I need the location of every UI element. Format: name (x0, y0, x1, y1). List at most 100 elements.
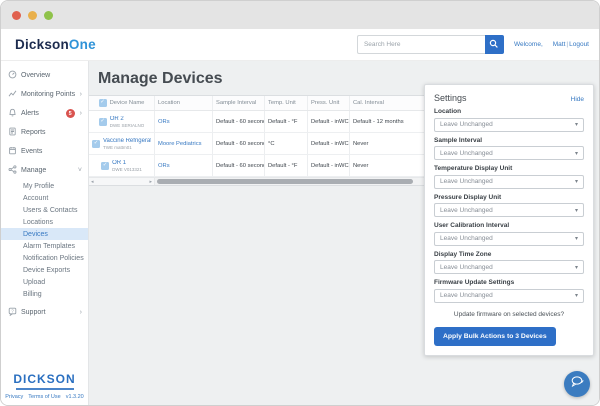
field-label-user-calibration-interval: User Calibration Interval (434, 222, 584, 229)
column-header-location[interactable]: Location (158, 100, 209, 106)
field-label-sample-interval: Sample Interval (434, 137, 584, 144)
apply-bulk-actions-button[interactable]: Apply Bulk Actions to 3 Devices (434, 327, 556, 346)
scroll-right-icon[interactable]: ▸ (149, 179, 152, 185)
terms-link[interactable]: Terms of Use (28, 394, 60, 400)
display-time-zone-select[interactable]: Leave Unchanged ▾ (434, 260, 584, 274)
dickson-logo: DICKSON (5, 372, 84, 386)
sidebar-item-locations[interactable]: Locations (1, 216, 88, 228)
sidebar-item-alerts[interactable]: Alerts 5 › (1, 104, 88, 123)
devices-table: ✓ Device Name Location Sample Interval T… (89, 95, 427, 186)
version-text: v1.3.20 (66, 394, 84, 400)
select-value: Leave Unchanged (440, 264, 493, 271)
sample-interval-select[interactable]: Leave Unchanged ▾ (434, 146, 584, 160)
sidebar-item-device-exports[interactable]: Device Exports (1, 264, 88, 276)
press-unit-value: Default - inWC (311, 119, 346, 125)
sidebar-label: Reports (21, 129, 46, 136)
device-row: ✓ OR 2 DWE SERIALNO ORs Default - 60 sec… (89, 111, 426, 133)
temperature-display-unit-select[interactable]: Leave Unchanged ▾ (434, 175, 584, 189)
caret-down-icon: ▾ (575, 150, 578, 157)
scrollbar-thumb[interactable] (157, 179, 413, 184)
temp-unit-value: °C (268, 141, 304, 147)
location-select[interactable]: Leave Unchanged ▾ (434, 118, 584, 132)
select-value: Leave Unchanged (440, 178, 493, 185)
location-link[interactable]: ORs (158, 163, 209, 169)
select-all-checkbox[interactable]: ✓ (99, 99, 107, 107)
privacy-link[interactable]: Privacy (5, 394, 23, 400)
line-chart-icon (8, 89, 17, 100)
row-checkbox[interactable]: ✓ (99, 118, 107, 126)
column-header-cal-interval[interactable]: Cal. Interval (353, 100, 423, 106)
device-serial: TWE mattm01 (103, 145, 151, 150)
pressure-display-unit-select[interactable]: Leave Unchanged ▾ (434, 203, 584, 217)
hide-panel-link[interactable]: Hide (571, 96, 584, 103)
minimize-window-button[interactable] (28, 11, 37, 20)
logout-link[interactable]: Logout (569, 41, 589, 48)
sidebar-item-devices[interactable]: Devices (1, 228, 88, 240)
device-serial: DWE V013321 (112, 167, 142, 172)
search-button[interactable] (485, 35, 504, 54)
column-header-press-unit[interactable]: Press. Unit (311, 100, 346, 106)
app-window: DicksonOne Welcome, Matt|Logout Overview (0, 0, 600, 406)
scroll-left-icon[interactable]: ◂ (91, 179, 94, 185)
device-name-link[interactable]: OR 2 (110, 116, 145, 122)
sidebar-item-reports[interactable]: Reports (1, 123, 88, 142)
search-input[interactable] (357, 35, 485, 54)
caret-down-icon: ▾ (575, 292, 578, 299)
close-window-button[interactable] (12, 11, 21, 20)
dicksonone-logo[interactable]: DicksonOne (15, 37, 96, 52)
sample-interval-value: Default - 60 seconds (216, 119, 261, 125)
sidebar-item-users-contacts[interactable]: Users & Contacts (1, 204, 88, 216)
firmware-update-settings-select[interactable]: Leave Unchanged ▾ (434, 289, 584, 303)
column-header-device-name[interactable]: Device Name (110, 100, 145, 106)
field-label-location: Location (434, 108, 584, 115)
chat-widget-button[interactable] (564, 371, 590, 397)
sidebar-item-support[interactable]: ? Support › (1, 303, 88, 322)
caret-down-icon: ▾ (575, 178, 578, 185)
column-header-temp-unit[interactable]: Temp. Unit (268, 100, 304, 106)
update-firmware-question-link[interactable]: Update firmware on selected devices? (434, 311, 584, 318)
sidebar-item-manage[interactable]: Manage ˅ (1, 161, 88, 180)
sidebar-item-upload[interactable]: Upload (1, 276, 88, 288)
select-value: Leave Unchanged (440, 121, 493, 128)
sidebar-footer: DICKSON Privacy Terms of Use v1.3.20 (1, 366, 88, 406)
bulk-settings-panel: Settings Hide Location Leave Unchanged ▾… (424, 84, 594, 356)
device-name-link[interactable]: Vaccine Refrigerator (103, 138, 151, 144)
sidebar-item-monitoring-points[interactable]: Monitoring Points › (1, 85, 88, 104)
column-header-sample-interval[interactable]: Sample Interval (216, 100, 261, 106)
cal-interval-value: Never (353, 141, 423, 147)
sidebar-item-billing[interactable]: Billing (1, 288, 88, 300)
row-checkbox[interactable]: ✓ (101, 162, 109, 170)
welcome-text: Welcome, (514, 41, 543, 48)
window-titlebar (1, 1, 599, 29)
sample-interval-value: Default - 60 seconds (216, 141, 261, 147)
chevron-right-icon: › (80, 110, 82, 117)
sidebar-item-overview[interactable]: Overview (1, 66, 88, 85)
cal-interval-value: Default - 12 months (353, 119, 423, 125)
maximize-window-button[interactable] (44, 11, 53, 20)
sidebar-item-events[interactable]: Events (1, 142, 88, 161)
temp-unit-value: Default - °F (268, 163, 304, 169)
bell-icon (8, 108, 17, 119)
select-value: Leave Unchanged (440, 150, 493, 157)
sample-interval-value: Default - 60 seconds (216, 163, 261, 169)
row-checkbox[interactable]: ✓ (92, 140, 100, 148)
sidebar-item-my-profile[interactable]: My Profile (1, 180, 88, 192)
table-horizontal-scrollbar[interactable]: ◂ ▸ (89, 177, 426, 185)
overview-icon (8, 70, 17, 81)
app-header: DicksonOne Welcome, Matt|Logout (1, 29, 599, 61)
search-icon (489, 37, 499, 52)
select-value: Leave Unchanged (440, 292, 493, 299)
device-name-link[interactable]: OR 1 (112, 160, 142, 166)
help-icon: ? (8, 307, 17, 318)
sidebar-item-notification-policies[interactable]: Notification Policies (1, 252, 88, 264)
user-name-link[interactable]: Matt (553, 41, 566, 48)
sidebar-item-alarm-templates[interactable]: Alarm Templates (1, 240, 88, 252)
location-link[interactable]: ORs (158, 119, 209, 125)
svg-text:?: ? (11, 308, 14, 313)
sidebar-item-account[interactable]: Account (1, 192, 88, 204)
location-link[interactable]: Moore Pediatrics (158, 141, 209, 147)
calendar-icon (8, 146, 17, 157)
user-calibration-interval-select[interactable]: Leave Unchanged ▾ (434, 232, 584, 246)
chat-bubbles-icon (570, 375, 585, 394)
select-value: Leave Unchanged (440, 235, 493, 242)
